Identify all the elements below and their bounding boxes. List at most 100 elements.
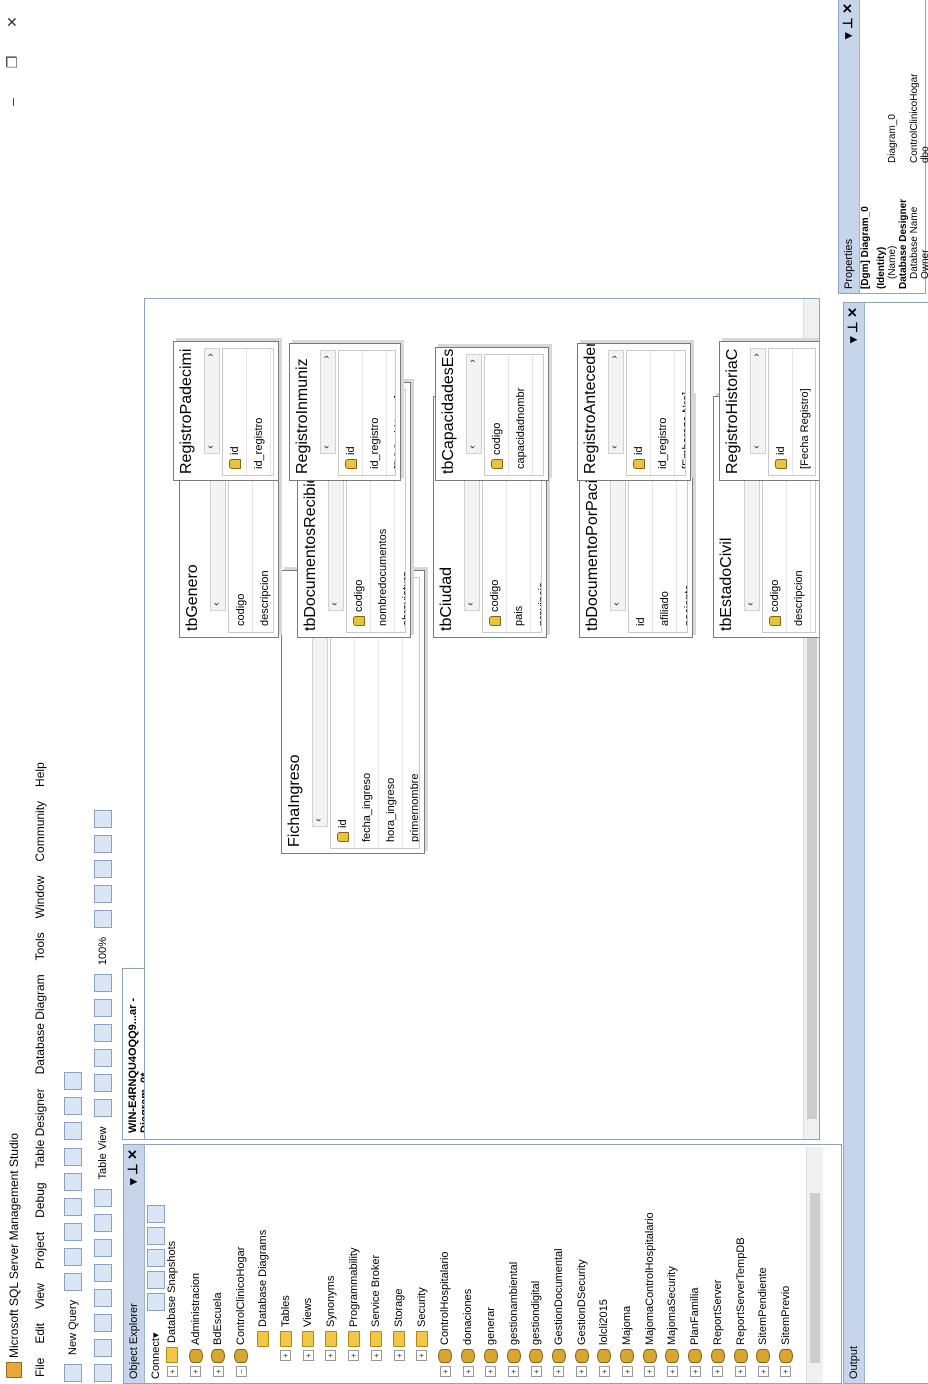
maximize-button[interactable]: ❐ bbox=[4, 50, 21, 74]
manage-check-constraints-icon[interactable] bbox=[94, 809, 112, 828]
property-value[interactable]: Diagram_0 bbox=[887, 114, 905, 163]
minimize-button[interactable]: – bbox=[4, 90, 20, 114]
expand-toggle-icon[interactable]: + bbox=[712, 1366, 724, 1377]
tree-node[interactable]: + GestionDocumental bbox=[551, 1248, 574, 1377]
tab-diagram[interactable]: WIN-E4RNQU4OQQ9...ar - Diagram_0* bbox=[122, 968, 151, 1140]
show-relationship-labels-icon[interactable] bbox=[94, 1099, 112, 1118]
expand-toggle-icon[interactable]: + bbox=[325, 1350, 337, 1361]
delete-table-icon[interactable] bbox=[94, 1288, 112, 1307]
column-row[interactable]: id bbox=[627, 351, 651, 475]
stop-icon[interactable] bbox=[147, 1249, 165, 1267]
expand-toggle-icon[interactable]: + bbox=[348, 1350, 360, 1361]
save-icon[interactable] bbox=[64, 1147, 82, 1166]
tree-node[interactable]: + Storage bbox=[393, 1288, 415, 1361]
tree-node[interactable]: + gestiondigital bbox=[529, 1281, 551, 1377]
expand-toggle-icon[interactable]: + bbox=[644, 1366, 656, 1377]
tree-node[interactable]: + MajomaSecurity bbox=[665, 1266, 687, 1377]
scroll-right-icon[interactable]: › bbox=[609, 351, 620, 363]
diagram-table[interactable]: RegistroHistoriaC‹›id[Fecha Registro]Det… bbox=[719, 341, 820, 481]
diagram-table[interactable]: tbCapacidadesEs ‹ › codigo capacidadnombr bbox=[435, 347, 549, 481]
connect-button[interactable]: Connect▾ bbox=[149, 1333, 162, 1380]
expand-toggle-icon[interactable]: + bbox=[462, 1366, 474, 1377]
column-row[interactable]: [BCG al Nacer] bbox=[387, 351, 396, 475]
filter-icon[interactable] bbox=[147, 1227, 165, 1245]
tree-node[interactable]: + BdEscuela bbox=[211, 1292, 233, 1377]
tree-node[interactable]: + Programmability bbox=[348, 1248, 370, 1361]
expand-toggle-icon[interactable]: + bbox=[190, 1366, 202, 1377]
menu-debug[interactable]: Debug bbox=[30, 1175, 47, 1224]
tree-node[interactable]: + Majoma bbox=[620, 1306, 642, 1377]
column-row[interactable]: id bbox=[339, 351, 363, 475]
tree-node[interactable]: Database Diagrams bbox=[257, 1230, 279, 1361]
tree-node[interactable]: + SitemPrevio bbox=[778, 1286, 801, 1377]
scroll-left-icon[interactable]: ‹ bbox=[609, 441, 620, 453]
expand-toggle-icon[interactable]: + bbox=[508, 1366, 519, 1377]
column-row[interactable]: [Embarazo Nro] bbox=[675, 351, 686, 475]
menu-project[interactable]: Project bbox=[30, 1225, 47, 1276]
scroll-right-icon[interactable]: › bbox=[751, 349, 762, 361]
tree-node[interactable]: − ControlClinicoHogar bbox=[234, 1247, 256, 1377]
expand-toggle-icon[interactable]: + bbox=[370, 1350, 382, 1361]
tree-node[interactable]: + Administracion bbox=[188, 1273, 211, 1377]
tree-node[interactable]: + ReportServer bbox=[710, 1280, 733, 1377]
tree-node[interactable]: + gestionambiental bbox=[506, 1262, 529, 1377]
expand-toggle-icon[interactable]: + bbox=[416, 1350, 428, 1361]
add-related-icon[interactable] bbox=[94, 1313, 112, 1332]
expand-toggle-icon[interactable]: + bbox=[530, 1366, 542, 1377]
refresh-icon[interactable] bbox=[147, 1205, 165, 1223]
scroll-left-icon[interactable]: ‹ bbox=[465, 598, 476, 610]
scroll-thumb[interactable] bbox=[810, 1193, 820, 1363]
tree-node[interactable]: + Tables bbox=[280, 1295, 302, 1361]
layout-icon[interactable] bbox=[94, 909, 112, 928]
column-row[interactable]: id bbox=[223, 349, 247, 475]
diagram-surface[interactable]: FichaIngreso‹›idfecha_ingresohora_ingres… bbox=[144, 298, 820, 1140]
table-hscrollbar[interactable]: ‹› bbox=[320, 350, 336, 454]
scroll-left-icon[interactable]: ‹ bbox=[329, 598, 340, 610]
expand-toggle-icon[interactable]: + bbox=[735, 1366, 746, 1377]
scroll-left-icon[interactable]: ‹ bbox=[211, 598, 222, 610]
scroll-thumb[interactable] bbox=[807, 559, 817, 1119]
view-page-breaks-icon[interactable] bbox=[94, 1074, 112, 1093]
expand-toggle-icon[interactable]: + bbox=[280, 1350, 292, 1361]
arrange-tables-icon[interactable] bbox=[94, 999, 112, 1018]
recalculate-page-breaks-icon[interactable] bbox=[94, 1049, 112, 1068]
tree-node[interactable]: + Security bbox=[416, 1287, 438, 1361]
scroll-left-icon[interactable]: ‹ bbox=[745, 598, 756, 610]
tree-node[interactable]: + ControlHospitalario bbox=[438, 1251, 460, 1377]
diagram-table[interactable]: RegistroPadecimi‹›idid_registro[Fecha Re… bbox=[173, 341, 279, 481]
analysis-query-icon[interactable] bbox=[64, 1222, 82, 1241]
output-pin-close[interactable]: ▾ ⊥ ✕ bbox=[845, 307, 861, 343]
autosize-tables-icon[interactable] bbox=[94, 974, 112, 993]
menu-edit[interactable]: Edit bbox=[30, 1316, 47, 1351]
tree-node[interactable]: + lolcli2015 bbox=[597, 1299, 619, 1377]
column-row[interactable]: capacidadnombr bbox=[509, 355, 533, 475]
expand-toggle-icon[interactable]: + bbox=[439, 1366, 451, 1377]
expand-toggle-icon[interactable]: + bbox=[302, 1350, 314, 1361]
manage-xml-indexes-icon[interactable] bbox=[94, 834, 112, 853]
tree-node[interactable]: + Service Broker bbox=[370, 1255, 392, 1361]
zoom-dropdown[interactable]: 100% bbox=[97, 937, 109, 965]
expand-toggle-icon[interactable]: + bbox=[621, 1366, 633, 1377]
menu-table-designer[interactable]: Table Designer bbox=[30, 1081, 47, 1175]
expand-toggle-icon[interactable]: + bbox=[166, 1366, 178, 1377]
object-explorer-icon[interactable] bbox=[64, 1072, 82, 1091]
registered-servers-icon[interactable] bbox=[64, 1097, 82, 1116]
tree-node[interactable]: + Database Snapshots bbox=[166, 1241, 188, 1377]
manage-indexes-icon[interactable] bbox=[94, 884, 112, 903]
expand-toggle-icon[interactable]: + bbox=[780, 1366, 792, 1377]
remove-table-icon[interactable] bbox=[94, 1263, 112, 1282]
tree-node[interactable]: + ReportServerTempDB bbox=[733, 1237, 756, 1377]
new-text-annotation-icon[interactable] bbox=[94, 1188, 112, 1207]
tree-node[interactable]: + GestionDSecurity bbox=[574, 1259, 597, 1377]
column-row[interactable]: [Fecha Registro] bbox=[793, 349, 816, 475]
tree-node[interactable]: + Views bbox=[302, 1298, 324, 1361]
diagram-table[interactable]: RegistroAnteceder ‹ › id id_registro [Embaraz… bbox=[577, 343, 691, 481]
db-engine-query-icon[interactable] bbox=[64, 1247, 82, 1266]
scroll-right-icon[interactable]: › bbox=[205, 349, 216, 361]
arrange-selection-icon[interactable] bbox=[94, 1024, 112, 1043]
expand-toggle-icon[interactable]: + bbox=[757, 1366, 769, 1377]
tree-node[interactable]: + generar bbox=[483, 1307, 506, 1377]
property-value[interactable]: dbo bbox=[920, 146, 928, 163]
properties-pin-close[interactable]: ▾ ⊥ ✕ bbox=[840, 3, 856, 39]
table-hscrollbar[interactable]: ‹› bbox=[204, 348, 220, 454]
